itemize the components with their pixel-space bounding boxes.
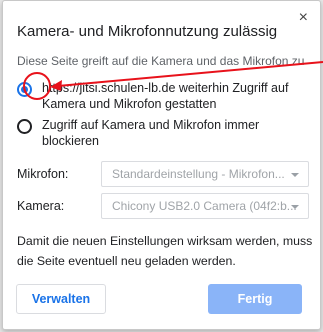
chevron-down-icon xyxy=(291,173,299,177)
microphone-row: Mikrofon: Standardeinstellung - Mikrofon… xyxy=(17,160,317,188)
microphone-value: Standardeinstellung - Mikrofon... xyxy=(112,167,285,181)
option-allow[interactable]: https://jitsi.schulen-lb.de weiterhin Zu… xyxy=(17,80,307,112)
option-allow-label: https://jitsi.schulen-lb.de weiterhin Zu… xyxy=(42,81,289,111)
chevron-down-icon xyxy=(291,205,299,209)
dialog-subtitle: Diese Seite greift auf die Kamera und da… xyxy=(17,54,305,68)
microphone-select[interactable]: Standardeinstellung - Mikrofon... xyxy=(101,161,309,187)
permission-dialog: × Kamera- und Mikrofonnutzung zulässig D… xyxy=(2,0,321,330)
microphone-label: Mikrofon: xyxy=(17,167,69,181)
radio-allow[interactable] xyxy=(17,82,32,97)
done-button[interactable]: Fertig xyxy=(208,284,302,314)
reload-info-text: Damit die neuen Einstellungen wirksam we… xyxy=(17,234,313,268)
close-icon[interactable]: × xyxy=(299,10,308,26)
camera-label: Kamera: xyxy=(17,199,65,213)
option-block-label: Zugriff auf Kamera und Mikrofon immer bl… xyxy=(42,118,260,148)
dialog-title: Kamera- und Mikrofonnutzung zulässig xyxy=(17,23,278,40)
manage-button[interactable]: Verwalten xyxy=(16,284,106,314)
option-block[interactable]: Zugriff auf Kamera und Mikrofon immer bl… xyxy=(17,117,307,149)
camera-row: Kamera: Chicony USB2.0 Camera (04f2:b... xyxy=(17,192,317,220)
camera-value: Chicony USB2.0 Camera (04f2:b... xyxy=(112,199,297,213)
camera-select[interactable]: Chicony USB2.0 Camera (04f2:b... xyxy=(101,193,309,219)
radio-block[interactable] xyxy=(17,119,32,134)
